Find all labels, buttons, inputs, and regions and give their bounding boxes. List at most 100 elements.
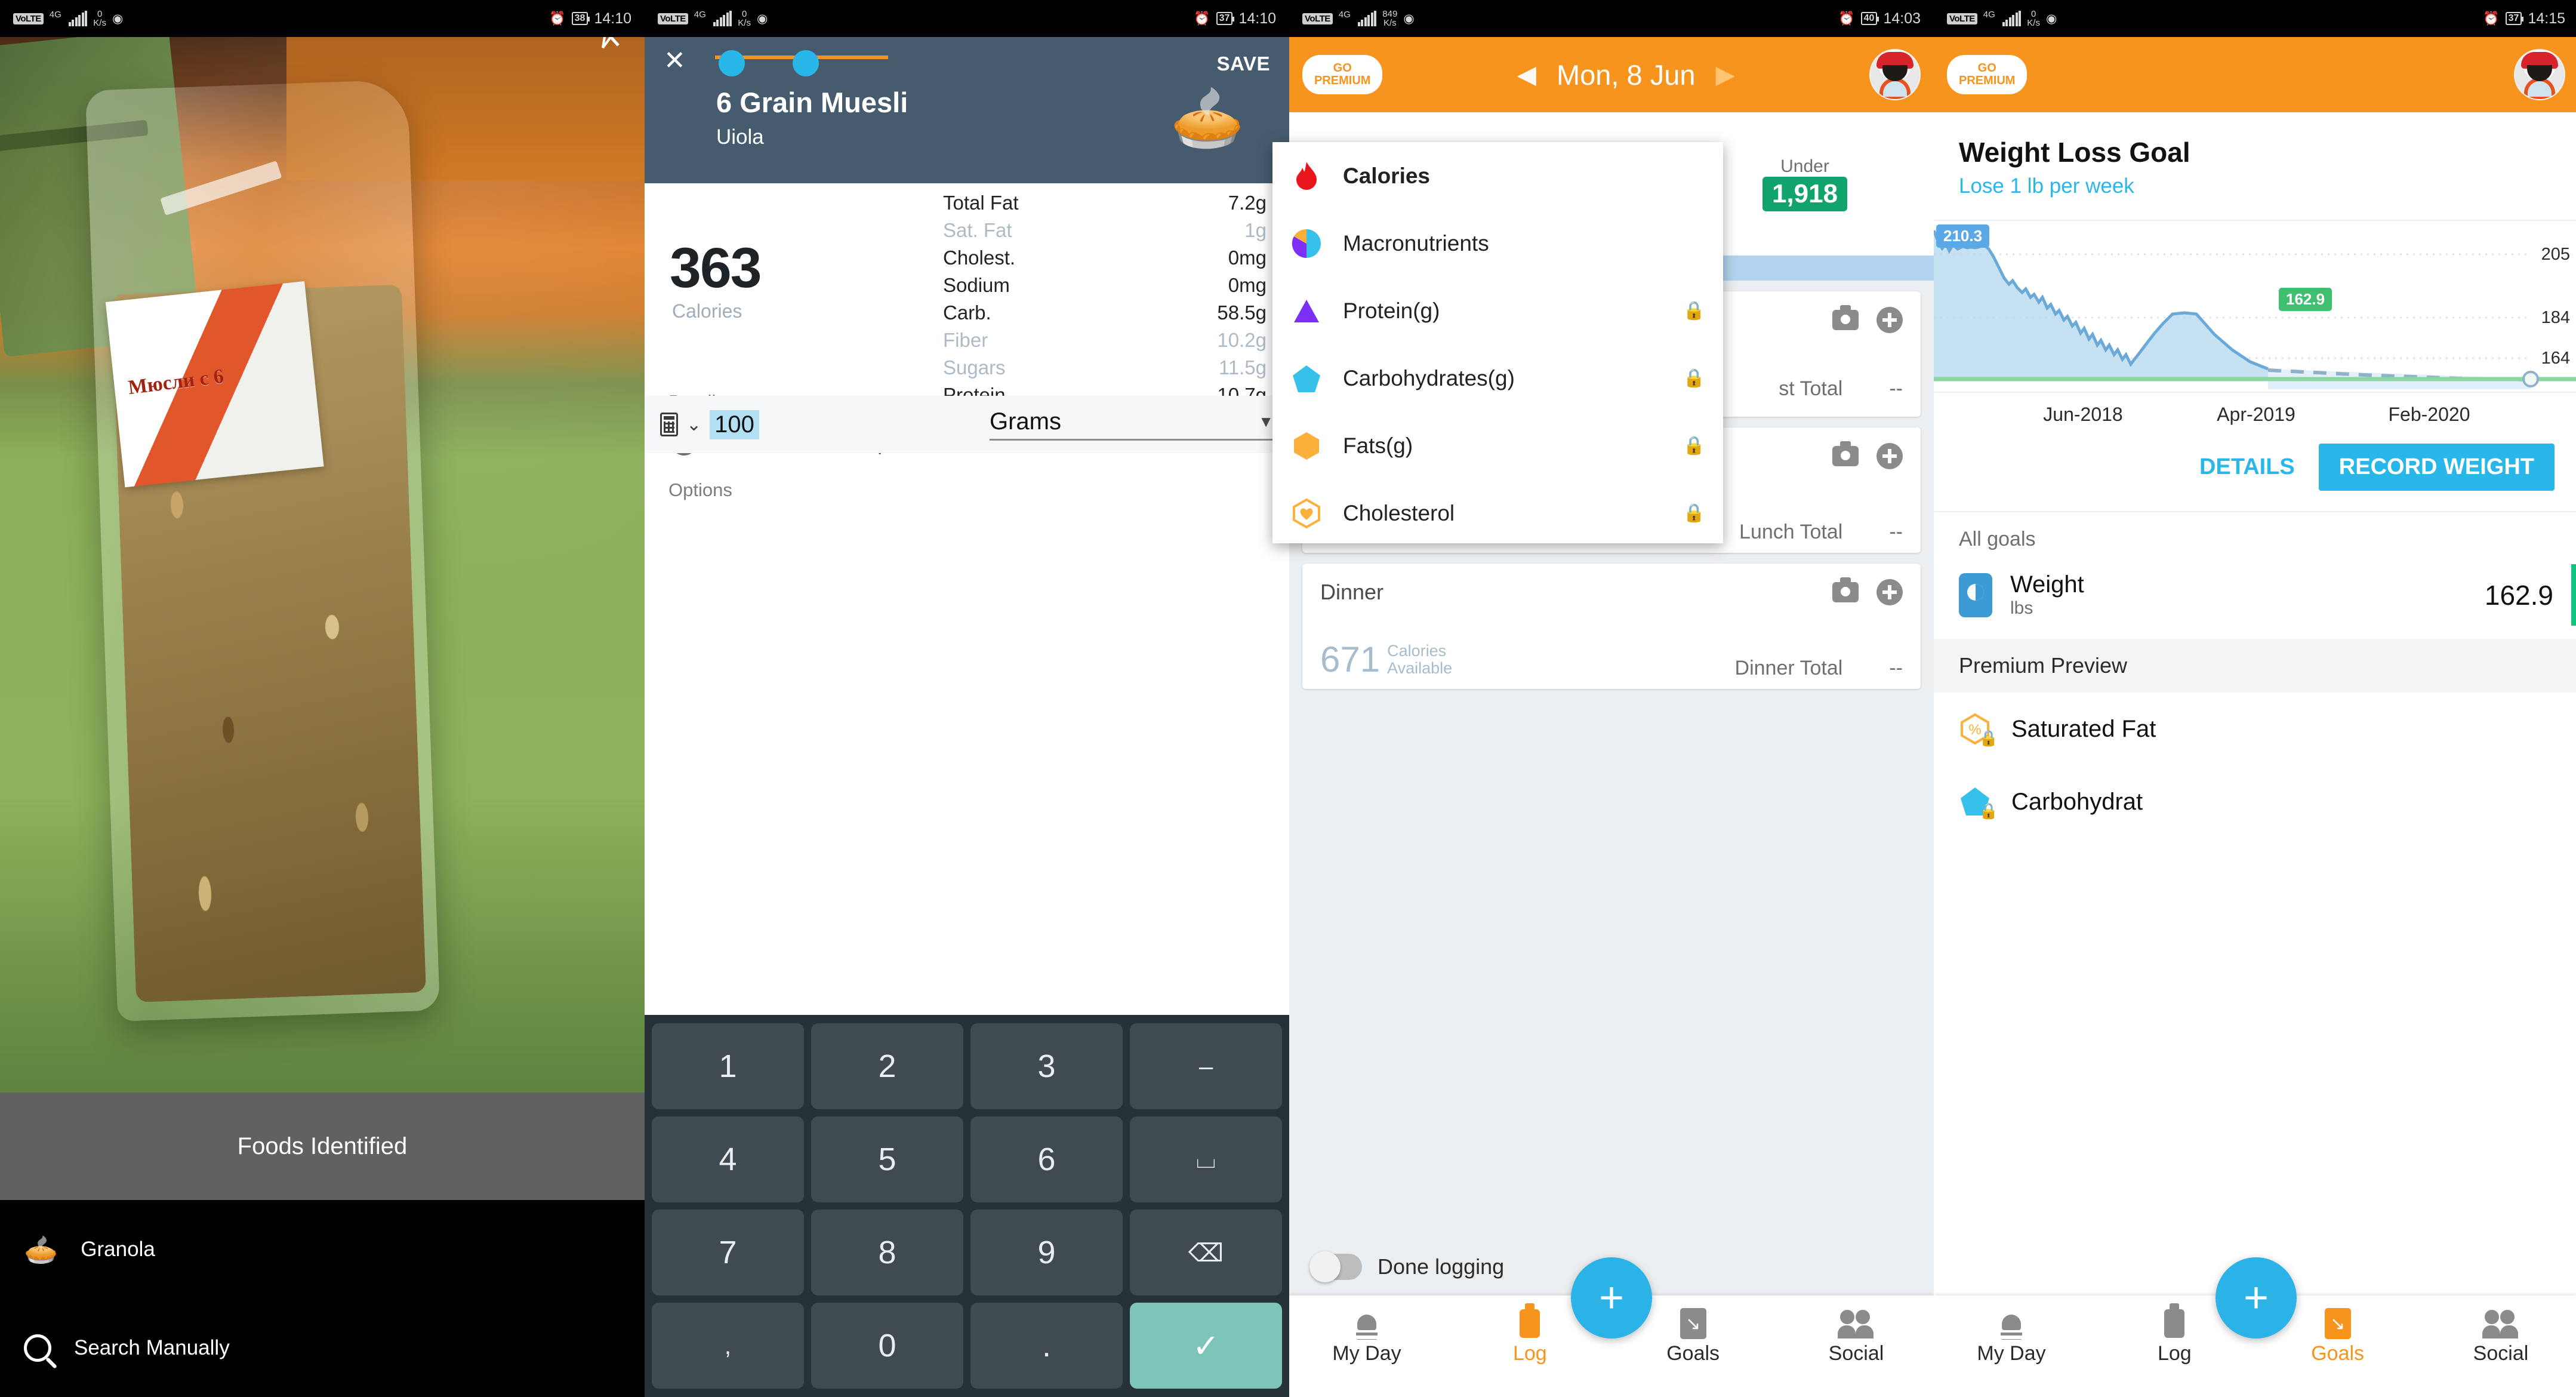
eye-comfort-icon: ◉	[756, 11, 768, 26]
go-premium-button[interactable]: GO PREMIUM	[1302, 55, 1383, 94]
chevron-left-icon[interactable]: ◀	[1517, 62, 1536, 87]
premium-item-carbohydrates[interactable]: 🔒 Carbohydrat	[1934, 765, 2576, 838]
list-item[interactable]: 🥧 Granola	[0, 1200, 645, 1298]
add-fab-button[interactable]: +	[2216, 1257, 2297, 1338]
chevron-right-icon[interactable]: ▶	[1715, 62, 1734, 87]
meal-total-label: Lunch Total	[1739, 521, 1843, 543]
save-button[interactable]: SAVE	[1217, 53, 1270, 75]
y-tick-2: 184	[2541, 308, 2570, 327]
nutrient-value: 58.5g	[1217, 301, 1267, 324]
key-6[interactable]: 6	[970, 1116, 1123, 1202]
camera-icon[interactable]	[1832, 441, 1859, 466]
dropdown-item-carbohydrates[interactable]: Carbohydrates(g) 🔒	[1272, 344, 1723, 412]
nav-item-goals[interactable]: ↘ Goals	[2278, 1305, 2398, 1365]
nav-item-my-day[interactable]: My Day	[1307, 1305, 1426, 1365]
key-8[interactable]: 8	[811, 1210, 963, 1296]
search-manually-item[interactable]: Search Manually	[0, 1298, 645, 1397]
battery-indicator: 37	[1216, 12, 1235, 25]
nav-item-social[interactable]: Social	[2441, 1305, 2560, 1365]
dropdown-item-label: Protein(g)	[1343, 298, 1440, 323]
nav-item-my-day[interactable]: My Day	[1952, 1305, 2071, 1365]
meal-total-value: --	[1889, 377, 1903, 400]
selection-handle-start[interactable]	[719, 50, 745, 76]
key-space[interactable]: ⌴	[1130, 1116, 1282, 1202]
network-type-label: 4G	[1338, 10, 1351, 20]
nutrient-value: 0mg	[1228, 274, 1267, 296]
done-logging-toggle[interactable]	[1309, 1251, 1362, 1282]
go-premium-button[interactable]: GO PREMIUM	[1947, 55, 2027, 94]
nutrient-label: Cholest.	[943, 247, 1016, 269]
status-left: VoLTE 4G 849 K/s ◉	[1302, 10, 1415, 27]
network-speed: 0 K/s	[93, 9, 106, 28]
camera-icon[interactable]	[1832, 305, 1859, 330]
current-date[interactable]: Mon, 8 Jun	[1557, 59, 1696, 91]
selection-handle-end[interactable]	[793, 50, 819, 76]
key-5[interactable]: 5	[811, 1116, 963, 1202]
goal-progress-bar	[2571, 564, 2576, 626]
key-period[interactable]: .	[970, 1303, 1123, 1389]
key-4[interactable]: 4	[652, 1116, 804, 1202]
status-left: VoLTE 4G 0 K/s ◉	[1947, 10, 2057, 27]
details-button[interactable]: DETAILS	[2199, 454, 2295, 480]
close-icon[interactable]: ✕	[664, 48, 686, 74]
dropdown-item-label: Carbohydrates(g)	[1343, 365, 1515, 390]
dropdown-item-protein[interactable]: Protein(g) 🔒	[1272, 277, 1723, 344]
key-9[interactable]: 9	[970, 1210, 1123, 1296]
percent-hex-icon: % 🔒	[1959, 713, 1998, 747]
nutrient-row: Carb. 58.5g	[943, 299, 1267, 327]
record-weight-button[interactable]: RECORD WEIGHT	[2318, 444, 2555, 491]
key-minus[interactable]: –	[1130, 1023, 1282, 1109]
scale-icon	[1959, 573, 1992, 617]
nav-item-log[interactable]: Log	[2115, 1303, 2234, 1365]
network-speed: 0 K/s	[2027, 9, 2040, 28]
lamp-icon	[1952, 1305, 2071, 1342]
key-2[interactable]: 2	[811, 1023, 963, 1109]
quantity-input[interactable]: 100	[710, 410, 759, 439]
add-food-icon[interactable]	[1876, 579, 1903, 605]
add-food-icon[interactable]	[1876, 443, 1903, 469]
key-0[interactable]: 0	[811, 1303, 963, 1389]
dropdown-item-calories[interactable]: Calories	[1272, 142, 1723, 210]
alarm-icon: ⏰	[2483, 11, 2500, 26]
key-enter[interactable]: ✓	[1130, 1303, 1282, 1389]
meal-card-dinner[interactable]: Dinner 671 Calories Available Dinner Tota…	[1302, 564, 1921, 689]
premium-item-saturated-fat[interactable]: % 🔒 Saturated Fat	[1934, 693, 2576, 765]
nav-item-goals[interactable]: ↘ Goals	[1634, 1305, 1753, 1365]
nutrient-value: 1g	[1244, 219, 1267, 241]
meal-total-value: --	[1889, 657, 1903, 679]
x-tick-2: Apr-2019	[2217, 404, 2295, 425]
chevron-down-icon[interactable]: ⌄	[686, 414, 701, 435]
signal-icon	[2002, 11, 2022, 26]
date-navigator: ◀ Mon, 8 Jun ▶	[1517, 59, 1735, 91]
goals-screen: VoLTE 4G 0 K/s ◉ ⏰ 37 14:15 GO PREMIUM We…	[1934, 0, 2576, 1397]
add-fab-button[interactable]: +	[1571, 1257, 1652, 1338]
camera-icon[interactable]	[1832, 577, 1859, 602]
goal-row-weight[interactable]: Weight lbs 162.9	[1934, 551, 2576, 639]
signal-icon	[68, 11, 88, 26]
nav-item-social[interactable]: Social	[1797, 1305, 1916, 1365]
heart-outline-icon	[1290, 497, 1323, 530]
key-7[interactable]: 7	[652, 1210, 804, 1296]
signal-icon	[713, 11, 732, 26]
meal-available-label: CaloriesAvailable	[1387, 642, 1453, 677]
avatar[interactable]	[1869, 49, 1921, 100]
unit-select[interactable]: Grams ▼	[990, 408, 1274, 441]
add-food-icon[interactable]	[1876, 307, 1903, 333]
dropdown-item-macronutrients[interactable]: Macronutrients	[1272, 210, 1723, 277]
nutrient-dropdown-menu: Calories Macronutrients Protein(g) 🔒 Car…	[1272, 142, 1723, 543]
key-comma[interactable]: ,	[652, 1303, 804, 1389]
key-1[interactable]: 1	[652, 1023, 804, 1109]
key-backspace[interactable]: ⌫	[1130, 1210, 1282, 1296]
avatar[interactable]	[2514, 49, 2565, 100]
weight-chart[interactable]: 210.3 162.9 205 184 164	[1934, 220, 2576, 393]
dropdown-item-cholesterol[interactable]: Cholesterol 🔒	[1272, 479, 1723, 543]
log-app-bar: GO PREMIUM ◀ Mon, 8 Jun ▶	[1289, 37, 1934, 112]
nav-item-log[interactable]: Log	[1470, 1303, 1589, 1365]
goal-value: 162.9	[2484, 579, 2553, 611]
calculator-icon[interactable]	[660, 413, 678, 436]
dropdown-item-fats[interactable]: Fats(g) 🔒	[1272, 412, 1723, 479]
meal-available: 671 Calories Available	[1320, 639, 1452, 680]
nav-label: My Day	[1332, 1342, 1401, 1365]
photo-muesli-bag: Мюсли с 6	[85, 79, 440, 1021]
key-3[interactable]: 3	[970, 1023, 1123, 1109]
